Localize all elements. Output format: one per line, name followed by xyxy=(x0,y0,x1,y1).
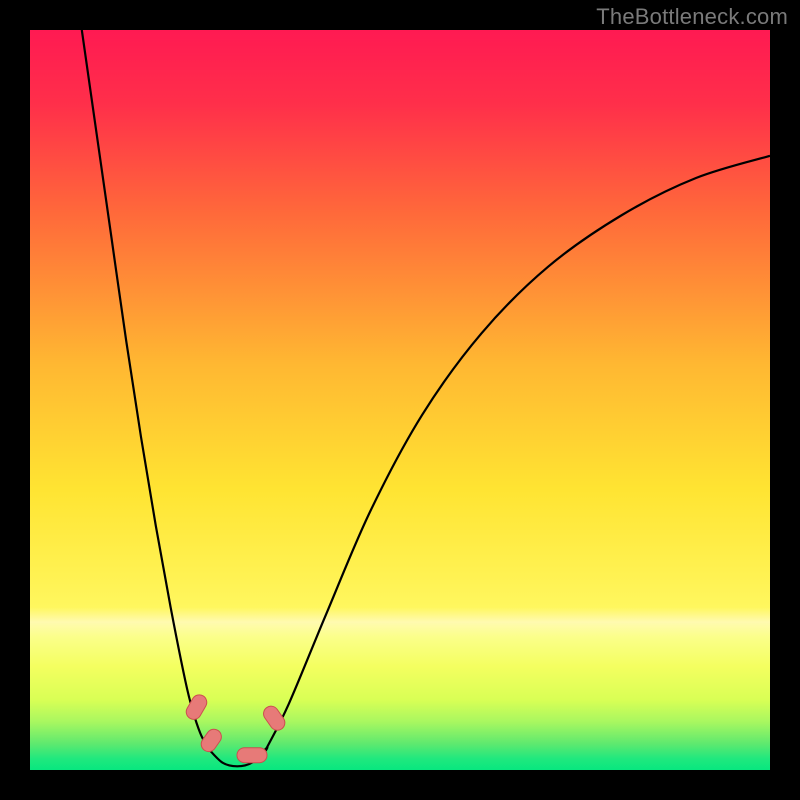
valley-marker xyxy=(237,748,267,763)
chart-frame: TheBottleneck.com xyxy=(0,0,800,800)
plot-area xyxy=(30,30,770,770)
valley-marker xyxy=(184,692,210,722)
valley-marker xyxy=(198,726,224,754)
bottleneck-curve xyxy=(82,30,770,766)
curve-layer xyxy=(30,30,770,770)
valley-marker xyxy=(261,703,288,733)
watermark-text: TheBottleneck.com xyxy=(596,4,788,30)
